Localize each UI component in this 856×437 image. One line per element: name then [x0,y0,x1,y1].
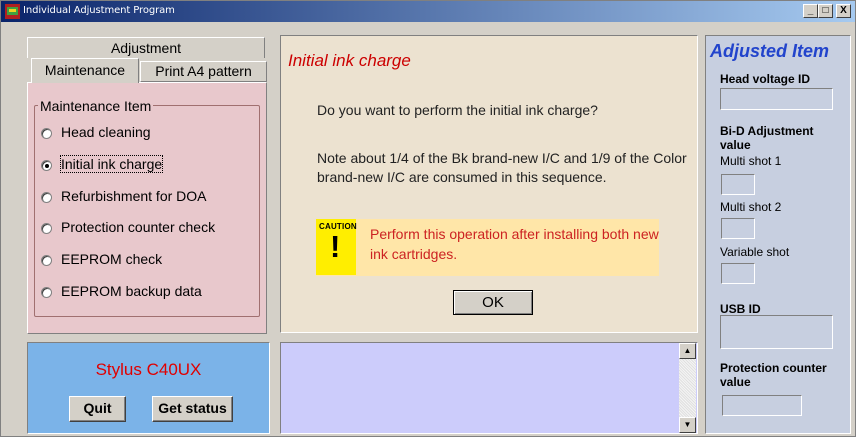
quit-button[interactable]: Quit [69,396,126,422]
multi-shot-2-label: Multi shot 2 [720,200,782,214]
adjusted-item-title: Adjusted Item [710,41,830,61]
page-title: Initial ink charge [288,51,411,70]
radio-button[interactable] [41,223,52,234]
radio-button[interactable] [41,128,52,139]
protection-counter-label: Protection counter value [720,361,827,389]
window-title: Individual Adjustment Program [23,5,175,16]
multi-shot-1-label: Multi shot 1 [720,154,782,168]
group-label: Maintenance Item [38,98,154,114]
variable-shot-label: Variable shot [720,245,790,259]
multi-shot-2-field [721,218,755,239]
exclamation-icon: ! [330,229,341,264]
radio-button-selected[interactable] [41,160,52,171]
title-bar: Individual Adjustment Program _ □ X [1,1,855,22]
tab-maintenance[interactable]: Maintenance [31,58,139,83]
usb-id-label: USB ID [720,302,761,316]
radio-label: EEPROM check [61,251,163,267]
maximize-button[interactable]: □ [818,4,833,18]
usb-id-field [720,315,833,349]
head-voltage-label: Head voltage ID [720,72,811,86]
tab-print-a4-pattern[interactable]: Print A4 pattern [140,61,267,82]
multi-shot-1-field [721,174,755,195]
model-panel [27,342,270,434]
radio-button[interactable] [41,287,52,298]
note-text: Note about 1/4 of the Bk brand-new I/C a… [317,150,687,185]
bid-adjustment-label: Bi-D Adjustment value [720,124,814,152]
protection-counter-field [722,395,802,416]
head-voltage-field [720,88,833,110]
variable-shot-field [721,263,755,284]
tab-adjustment[interactable]: Adjustment [27,37,265,58]
get-status-button[interactable]: Get status [152,396,233,422]
radio-label: Initial ink charge [59,155,164,173]
question-text: Do you want to perform the initial ink c… [317,102,598,118]
radio-button[interactable] [41,192,52,203]
radio-label: Head cleaning [61,124,151,140]
output-log[interactable] [280,342,698,434]
radio-dot [45,164,49,168]
scroll-down-icon[interactable]: ▼ [679,417,696,433]
model-name: Stylus C40UX [95,360,202,379]
radio-button[interactable] [41,255,52,266]
app-icon [5,4,20,19]
radio-label: Refurbishment for DOA [61,188,207,204]
scroll-up-icon[interactable]: ▲ [679,343,696,359]
app-window: Individual Adjustment Program _ □ X Adju… [0,0,856,437]
ok-button[interactable]: OK [453,290,533,315]
radio-label: EEPROM backup data [61,283,202,299]
minimize-button[interactable]: _ [803,4,818,18]
caution-message: Perform this operation after installing … [370,226,659,262]
radio-label: Protection counter check [61,219,216,235]
close-button[interactable]: X [836,4,851,18]
